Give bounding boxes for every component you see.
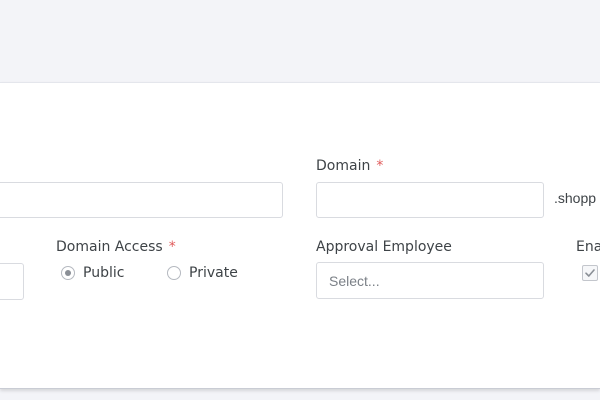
- domain-input[interactable]: [316, 182, 544, 218]
- radio-public-label: Public: [83, 265, 125, 281]
- radio-unchecked-icon[interactable]: [167, 266, 181, 280]
- enable-label-text: Ena: [576, 239, 600, 255]
- radio-public[interactable]: Public: [61, 265, 124, 281]
- domain-access-label: Domain Access *: [56, 238, 176, 256]
- radio-private-label: Private: [189, 265, 238, 281]
- checkmark-icon: [585, 269, 595, 277]
- left-input-row2[interactable]: [0, 263, 24, 300]
- approval-employee-label-text: Approval Employee: [316, 239, 452, 255]
- enable-checkbox[interactable]: [582, 265, 598, 281]
- required-indicator: *: [168, 239, 176, 255]
- form-card: Domain * .shopp Domain Access * Public Pri…: [0, 82, 600, 389]
- domain-label: Domain *: [316, 157, 383, 175]
- approval-employee-label: Approval Employee: [316, 238, 452, 256]
- approval-employee-select[interactable]: Select...: [316, 262, 544, 299]
- domain-label-text: Domain: [316, 158, 371, 174]
- domain-access-label-text: Domain Access: [56, 239, 163, 255]
- enable-label: Ena: [576, 238, 600, 256]
- radio-private[interactable]: Private: [167, 265, 238, 281]
- domain-suffix: .shopp: [554, 190, 597, 206]
- page-header-band: [0, 0, 600, 82]
- required-indicator: *: [376, 158, 384, 174]
- radio-checked-icon[interactable]: [61, 266, 75, 280]
- name-input[interactable]: [0, 182, 283, 218]
- approval-employee-placeholder: Select...: [329, 273, 380, 289]
